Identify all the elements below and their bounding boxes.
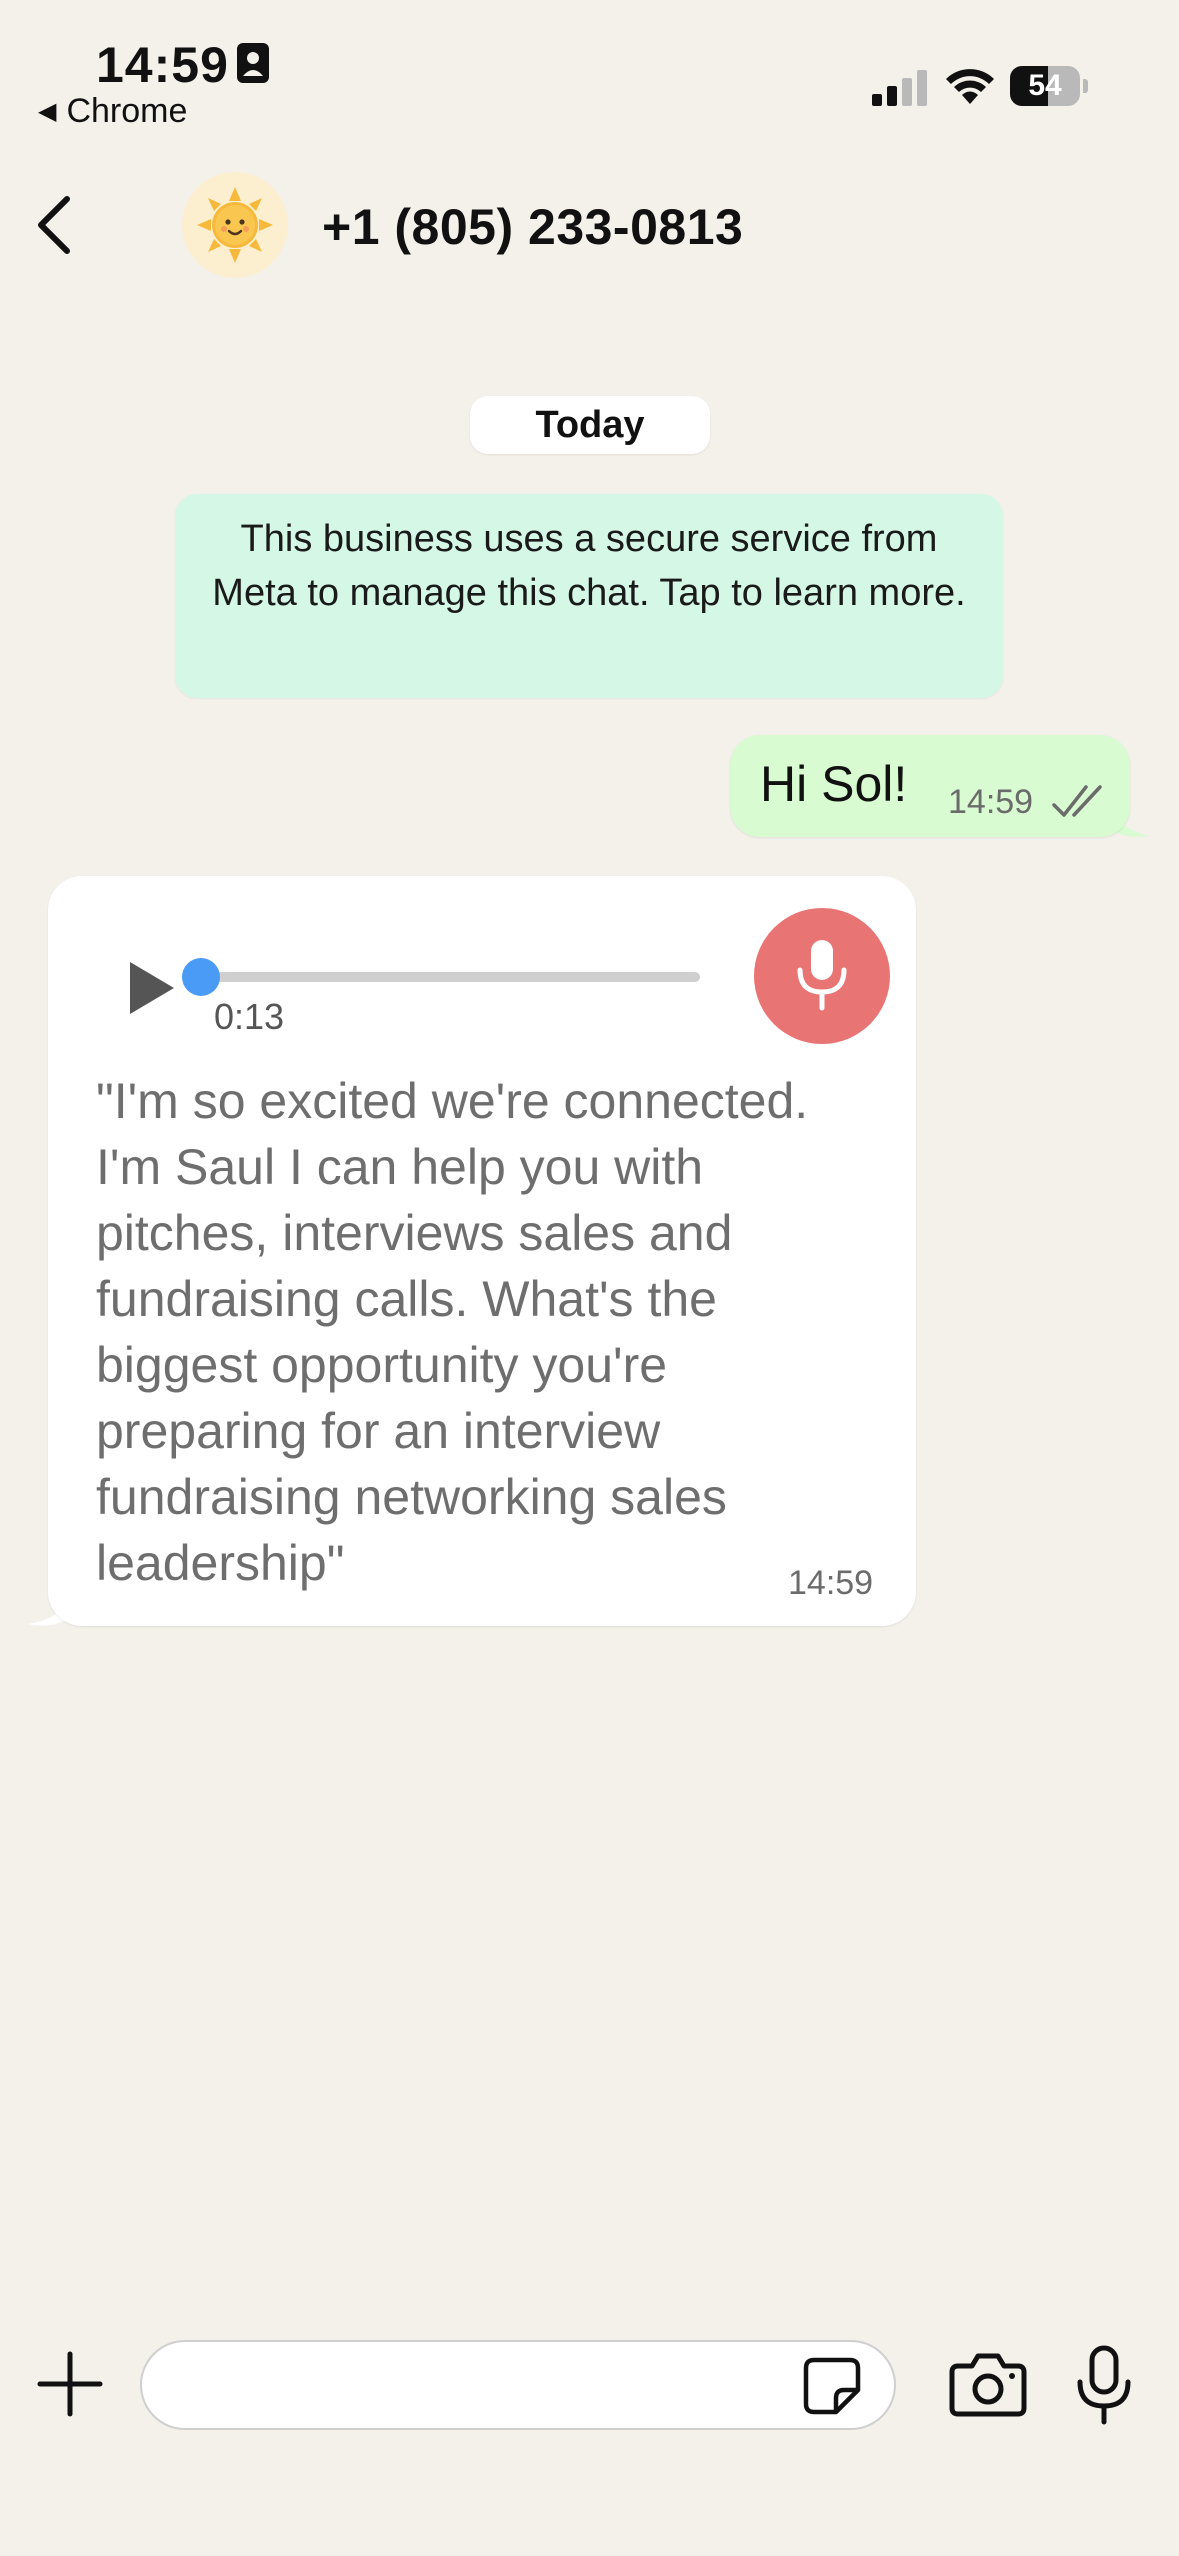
plus-icon[interactable]: [36, 2350, 104, 2418]
voice-duration: 0:13: [214, 996, 285, 1037]
battery-level: 54: [1028, 69, 1062, 102]
double-check-icon: [1052, 785, 1102, 817]
voice-progress-handle[interactable]: [182, 958, 220, 996]
chevron-left-icon: [38, 196, 70, 254]
incoming-voice-message: 0:13 "I'm so excited we're connected. I'…: [48, 876, 916, 1626]
battery-body: 54: [1010, 66, 1080, 106]
back-button[interactable]: [18, 190, 88, 260]
voice-note-badge: [754, 908, 890, 1044]
play-icon[interactable]: [116, 948, 186, 1028]
voice-progress-track[interactable]: [200, 972, 700, 982]
microphone-icon[interactable]: [1072, 2344, 1136, 2428]
message-input[interactable]: [140, 2340, 896, 2430]
back-to-app-link[interactable]: ◀ Chrome: [38, 92, 187, 131]
back-triangle-icon: ◀: [38, 98, 57, 125]
back-app-label: Chrome: [66, 92, 188, 130]
date-separator: Today: [470, 396, 710, 454]
incoming-message-time: 14:59: [788, 1564, 874, 1602]
camera-icon[interactable]: [948, 2348, 1028, 2418]
battery-nub: [1083, 79, 1088, 93]
microphone-icon: [797, 940, 847, 1011]
contact-name[interactable]: +1 (805) 233-0813: [322, 198, 743, 256]
message-composer: [0, 2320, 1179, 2450]
outgoing-message-time: 14:59: [948, 783, 1034, 821]
avatar[interactable]: [182, 172, 288, 278]
battery-indicator: 54: [1010, 66, 1088, 106]
status-time: 14:59: [96, 37, 229, 93]
outgoing-message-text: Hi Sol!: [760, 756, 908, 812]
sticker-icon[interactable]: [800, 2354, 864, 2418]
status-bar: 14:59 ◀ Chrome 54: [0, 0, 1179, 130]
cellular-signal-icon: [872, 70, 927, 106]
business-security-notice[interactable]: This business uses a secure service from…: [175, 494, 1003, 698]
chat-header: +1 (805) 233-0813: [0, 160, 1179, 290]
voice-transcript: "I'm so excited we're connected. I'm Sau…: [96, 1073, 809, 1591]
wifi-icon: [946, 69, 994, 104]
contact-card-icon: [237, 43, 269, 83]
outgoing-message[interactable]: Hi Sol! 14:59: [730, 735, 1130, 837]
sun-emoji-icon: [197, 187, 273, 263]
